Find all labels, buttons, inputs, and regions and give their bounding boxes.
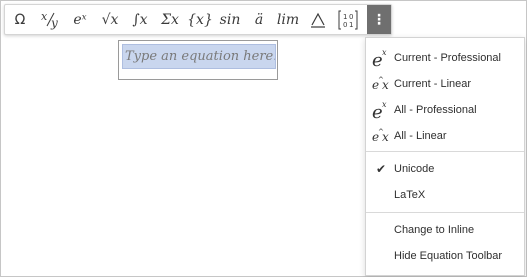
professional-format-icon: ex xyxy=(366,45,394,71)
menu-item-latex[interactable]: LaTeX xyxy=(366,182,524,208)
menu-item-current-professional[interactable]: ex Current - Professional xyxy=(366,45,524,71)
linear-format-icon: e ^ x xyxy=(366,71,394,97)
checkmark-icon: ✔ xyxy=(376,162,387,176)
fraction-button[interactable]: x y xyxy=(35,5,65,34)
svg-text:x: x xyxy=(41,10,48,23)
sum-button[interactable]: Σx xyxy=(155,5,185,34)
more-options-button[interactable]: ⋮ xyxy=(367,5,391,34)
menu-divider xyxy=(366,151,524,152)
equation-options-menu: ex Current - Professional e ^ x Current - … xyxy=(365,37,525,276)
svg-text:x: x xyxy=(382,100,387,109)
menu-item-change-to-inline[interactable]: Change to Inline xyxy=(366,217,524,243)
equation-container[interactable]: Type an equation here. xyxy=(118,40,278,80)
menu-item-current-linear[interactable]: e ^ x Current - Linear xyxy=(366,71,524,97)
svg-text:y: y xyxy=(50,16,58,30)
svg-text:x: x xyxy=(382,48,387,57)
professional-format-icon: ex xyxy=(366,97,394,123)
menu-divider xyxy=(366,212,524,213)
matrix-icon: 1 0 0 1 xyxy=(338,10,358,29)
menu-item-all-linear[interactable]: e ^ x All - Linear xyxy=(366,123,524,149)
radical-button[interactable]: √x xyxy=(95,5,125,34)
vertical-ellipsis-icon: ⋮ xyxy=(372,11,386,28)
linear-format-icon: e ^ x xyxy=(366,123,394,149)
fraction-icon: x y xyxy=(41,10,58,30)
operator-icon xyxy=(311,12,325,28)
integral-button[interactable]: ∫x xyxy=(125,5,155,34)
limit-button[interactable]: lim xyxy=(273,5,303,34)
svg-text:1: 1 xyxy=(349,21,353,29)
menu-item-all-professional[interactable]: ex All - Professional xyxy=(366,97,524,123)
equation-placeholder[interactable]: Type an equation here. xyxy=(122,44,276,69)
svg-text:0: 0 xyxy=(343,21,347,29)
equation-toolbar: Ω x y eˣ √x ∫x Σx {x} sin ä lim 1 0 0 1 … xyxy=(4,4,392,35)
menu-item-unicode[interactable]: ✔ Unicode xyxy=(366,156,524,182)
svg-text:0: 0 xyxy=(349,13,353,21)
operator-button[interactable] xyxy=(303,5,333,34)
accent-button[interactable]: ä xyxy=(245,5,273,34)
function-button[interactable]: sin xyxy=(215,5,245,34)
omega-symbols-button[interactable]: Ω xyxy=(5,5,35,34)
exponent-button[interactable]: eˣ xyxy=(65,5,95,34)
matrix-button[interactable]: 1 0 0 1 xyxy=(333,5,363,34)
svg-text:x: x xyxy=(382,130,389,144)
svg-text:1: 1 xyxy=(343,13,347,21)
svg-text:x: x xyxy=(382,78,389,92)
menu-item-hide-equation-toolbar[interactable]: Hide Equation Toolbar xyxy=(366,243,524,269)
brackets-button[interactable]: {x} xyxy=(185,5,215,34)
